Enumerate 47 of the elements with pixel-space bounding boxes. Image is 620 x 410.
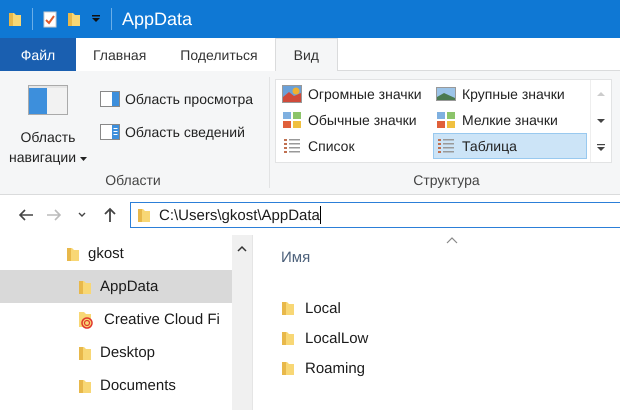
group-label: Структура [413,172,480,188]
pane-button[interactable]: Область сведений [100,124,254,140]
layout-option[interactable]: Крупные значки [433,81,587,107]
preview-pane-icon [100,91,120,107]
layout-option[interactable]: Огромные значки [279,81,433,107]
folder-icon [78,344,92,360]
folder-icon[interactable] [67,11,81,27]
caret-icon [80,157,87,162]
navigation-pane-icon [28,85,68,115]
address-field[interactable]: C:\Users\gkost\AppData [130,202,620,228]
layout-option[interactable]: Мелкие значки [433,107,587,133]
tree-item[interactable]: AppData [0,270,232,303]
folder-icon [281,330,295,346]
layout-option[interactable]: Список [279,133,433,159]
navigation-pane-button[interactable]: Область навигации [0,79,96,167]
checklist-icon[interactable] [43,10,57,28]
folder-icon[interactable] [8,11,22,27]
list-icon [282,137,302,155]
ribbon-tab[interactable]: Файл [0,38,76,71]
file-row[interactable]: Local [281,293,341,323]
tree-item[interactable]: gkost [0,237,232,270]
scrollbar[interactable] [232,235,253,410]
group-label: Области [105,172,161,188]
details-pane-icon [100,124,120,140]
layout-option[interactable]: Обычные значки [279,107,433,133]
sort-ascending-icon[interactable] [446,237,458,244]
column-header[interactable]: Имя [281,249,310,266]
layout-option[interactable]: Таблица [433,133,587,159]
ribbon-tab[interactable]: Вид [274,38,338,71]
folder-icon [281,360,295,376]
file-row[interactable]: LocalLow [281,323,368,353]
folder-icon [281,300,295,316]
scroll-down-icon[interactable] [596,116,606,125]
scroll-up-icon[interactable] [236,245,248,253]
tree-item[interactable]: Desktop [0,336,232,369]
details-icon [436,137,456,155]
window-title: AppData [122,8,192,30]
folder-icon [66,246,80,262]
dropdown-icon[interactable] [91,15,101,23]
folder-icon [78,378,92,394]
tree-item[interactable]: Creative Cloud Fi [0,303,232,336]
tree-item[interactable]: Documents [0,369,232,402]
expand-icon[interactable] [596,144,606,152]
folder-icon [137,207,151,223]
folder-icon [78,278,92,294]
file-row[interactable]: Roaming [281,353,366,383]
pane-button[interactable]: Область просмотра [100,91,254,107]
